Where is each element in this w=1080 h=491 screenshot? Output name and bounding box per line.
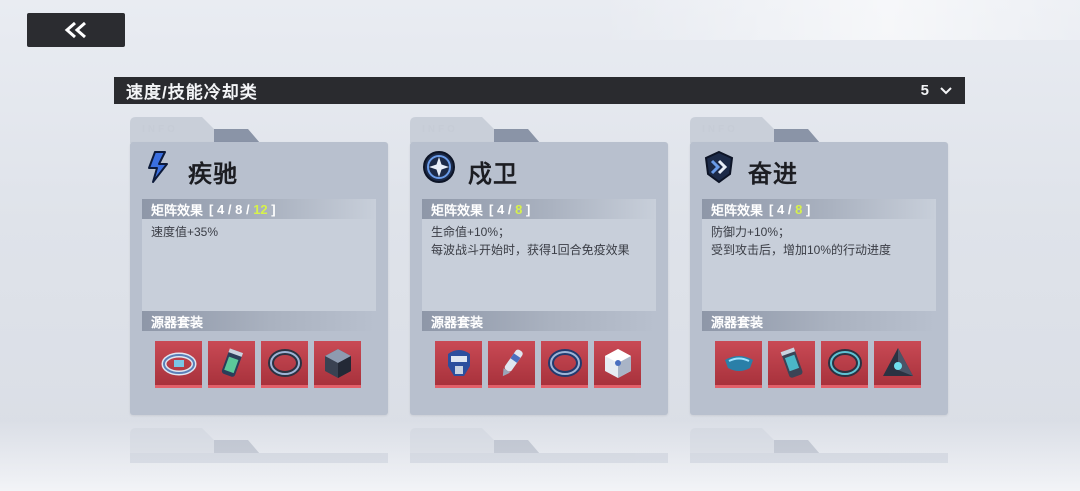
ring-item[interactable] [541, 341, 588, 388]
effect-line: 速度值+35% [151, 225, 219, 239]
double-chevron-left-icon [64, 21, 86, 39]
set-items [155, 341, 361, 388]
effect-description: 生命值+10%； 每波战斗开始时，获得1回合免疫效果 [422, 219, 656, 259]
card-name: 疾驰 [188, 161, 238, 188]
bracket-open: [ [769, 201, 774, 217]
matrix-effect-panel: 矩阵效果 [ 4 / 8 ] 生命值+10%； 每波战斗开始时，获得1回合免疫效… [422, 199, 656, 311]
effect-levels: [ 4 / 8 ] [489, 202, 530, 217]
effect-line: 每波战斗开始时，获得1回合免疫效果 [431, 243, 630, 257]
effect-description: 速度值+35% [142, 219, 376, 241]
ring-item[interactable] [821, 341, 868, 388]
level-separator: / [227, 201, 232, 217]
level-separator: / [787, 201, 792, 217]
effect-title: 矩阵效果 [151, 202, 204, 218]
category-count: 5 [920, 82, 929, 99]
star-shield-icon [422, 150, 456, 184]
effect-description: 防御力+10%； 受到攻击后，增加10%的行动进度 [702, 219, 936, 259]
effect-levels: [ 4 / 8 ] [769, 202, 810, 217]
next-row-card-ghost [130, 428, 388, 468]
pen-item[interactable] [488, 341, 535, 388]
effect-title: 矩阵效果 [711, 202, 764, 218]
helmet-item[interactable] [435, 341, 482, 388]
cube-item[interactable] [314, 341, 361, 388]
effect-title: 矩阵效果 [431, 202, 484, 218]
card-body [130, 453, 388, 463]
level-separator: / [507, 201, 512, 217]
bracket-close: ] [805, 201, 811, 217]
card-name: 戍卫 [468, 161, 518, 188]
card-tab [690, 428, 820, 454]
matrix-card-guard[interactable]: INFO 戍卫 矩阵效果 [ 4 / 8 ] 生命值+10%； 每波战斗开始时，… [410, 117, 668, 415]
fast-forward-shield-icon [702, 150, 736, 184]
effect-line: 受到攻击后，增加10%的行动进度 [711, 243, 892, 257]
card-body: 疾驰 矩阵效果 [ 4 / 8 / 12 ] 速度值+35% 源器套装 [130, 142, 388, 415]
effect-line: 生命值+10%； [431, 225, 511, 239]
level-4: 4 [496, 201, 505, 217]
speed-arrow-icon [142, 150, 176, 184]
set-header: 源器套装 [422, 311, 656, 331]
matrix-effect-header: 矩阵效果 [ 4 / 8 ] [702, 199, 936, 219]
ring-band-item[interactable] [155, 341, 202, 388]
next-row-card-ghost [410, 428, 668, 468]
tab-label: INFO [142, 124, 178, 135]
matrix-effect-panel: 矩阵效果 [ 4 / 8 / 12 ] 速度值+35% [142, 199, 376, 311]
pyramid-item[interactable] [874, 341, 921, 388]
canister-item[interactable] [208, 341, 255, 388]
ring-item[interactable] [261, 341, 308, 388]
set-header: 源器套装 [702, 311, 936, 331]
visor-item[interactable] [715, 341, 762, 388]
effect-line: 防御力+10%； [711, 225, 791, 239]
level-separator: / [245, 201, 250, 217]
card-body [410, 453, 668, 463]
matrix-card-sprint[interactable]: INFO 疾驰 矩阵效果 [ 4 / 8 / 12 ] 速度值+35% 源器套装 [130, 117, 388, 415]
level-8-active: 8 [795, 201, 803, 217]
bracket-open: [ [489, 201, 494, 217]
tab-label: INFO [702, 124, 738, 135]
card-name: 奋进 [748, 161, 798, 188]
set-items [435, 341, 641, 388]
back-button[interactable] [27, 13, 125, 47]
background-decoration [600, 0, 1080, 40]
level-4: 4 [216, 201, 225, 217]
card-body [690, 453, 948, 463]
set-items [715, 341, 921, 388]
card-tab [410, 428, 540, 454]
level-8-active: 8 [515, 201, 523, 217]
matrix-card-advance[interactable]: INFO 奋进 矩阵效果 [ 4 / 8 ] 防御力+10%； 受到攻击后，增加… [690, 117, 948, 415]
chevron-down-icon[interactable] [939, 86, 953, 96]
canister-item[interactable] [768, 341, 815, 388]
card-body: 戍卫 矩阵效果 [ 4 / 8 ] 生命值+10%； 每波战斗开始时，获得1回合… [410, 142, 668, 415]
level-12-active: 12 [253, 201, 268, 217]
set-header: 源器套装 [142, 311, 376, 331]
tab-label: INFO [422, 124, 458, 135]
bracket-close: ] [271, 201, 276, 217]
cube-item[interactable] [594, 341, 641, 388]
category-header[interactable]: 速度/技能冷却类 5 [114, 77, 965, 104]
level-4: 4 [776, 201, 785, 217]
card-body: 奋进 矩阵效果 [ 4 / 8 ] 防御力+10%； 受到攻击后，增加10%的行… [690, 142, 948, 415]
bracket-close: ] [525, 201, 531, 217]
bracket-open: [ [209, 201, 214, 217]
matrix-effect-header: 矩阵效果 [ 4 / 8 ] [422, 199, 656, 219]
next-row-card-ghost [690, 428, 948, 468]
card-tab [130, 428, 260, 454]
level-8: 8 [235, 201, 243, 217]
matrix-effect-header: 矩阵效果 [ 4 / 8 / 12 ] [142, 199, 376, 219]
category-title: 速度/技能冷却类 [126, 83, 258, 102]
effect-levels: [ 4 / 8 / 12 ] [209, 202, 276, 217]
matrix-effect-panel: 矩阵效果 [ 4 / 8 ] 防御力+10%； 受到攻击后，增加10%的行动进度 [702, 199, 936, 311]
